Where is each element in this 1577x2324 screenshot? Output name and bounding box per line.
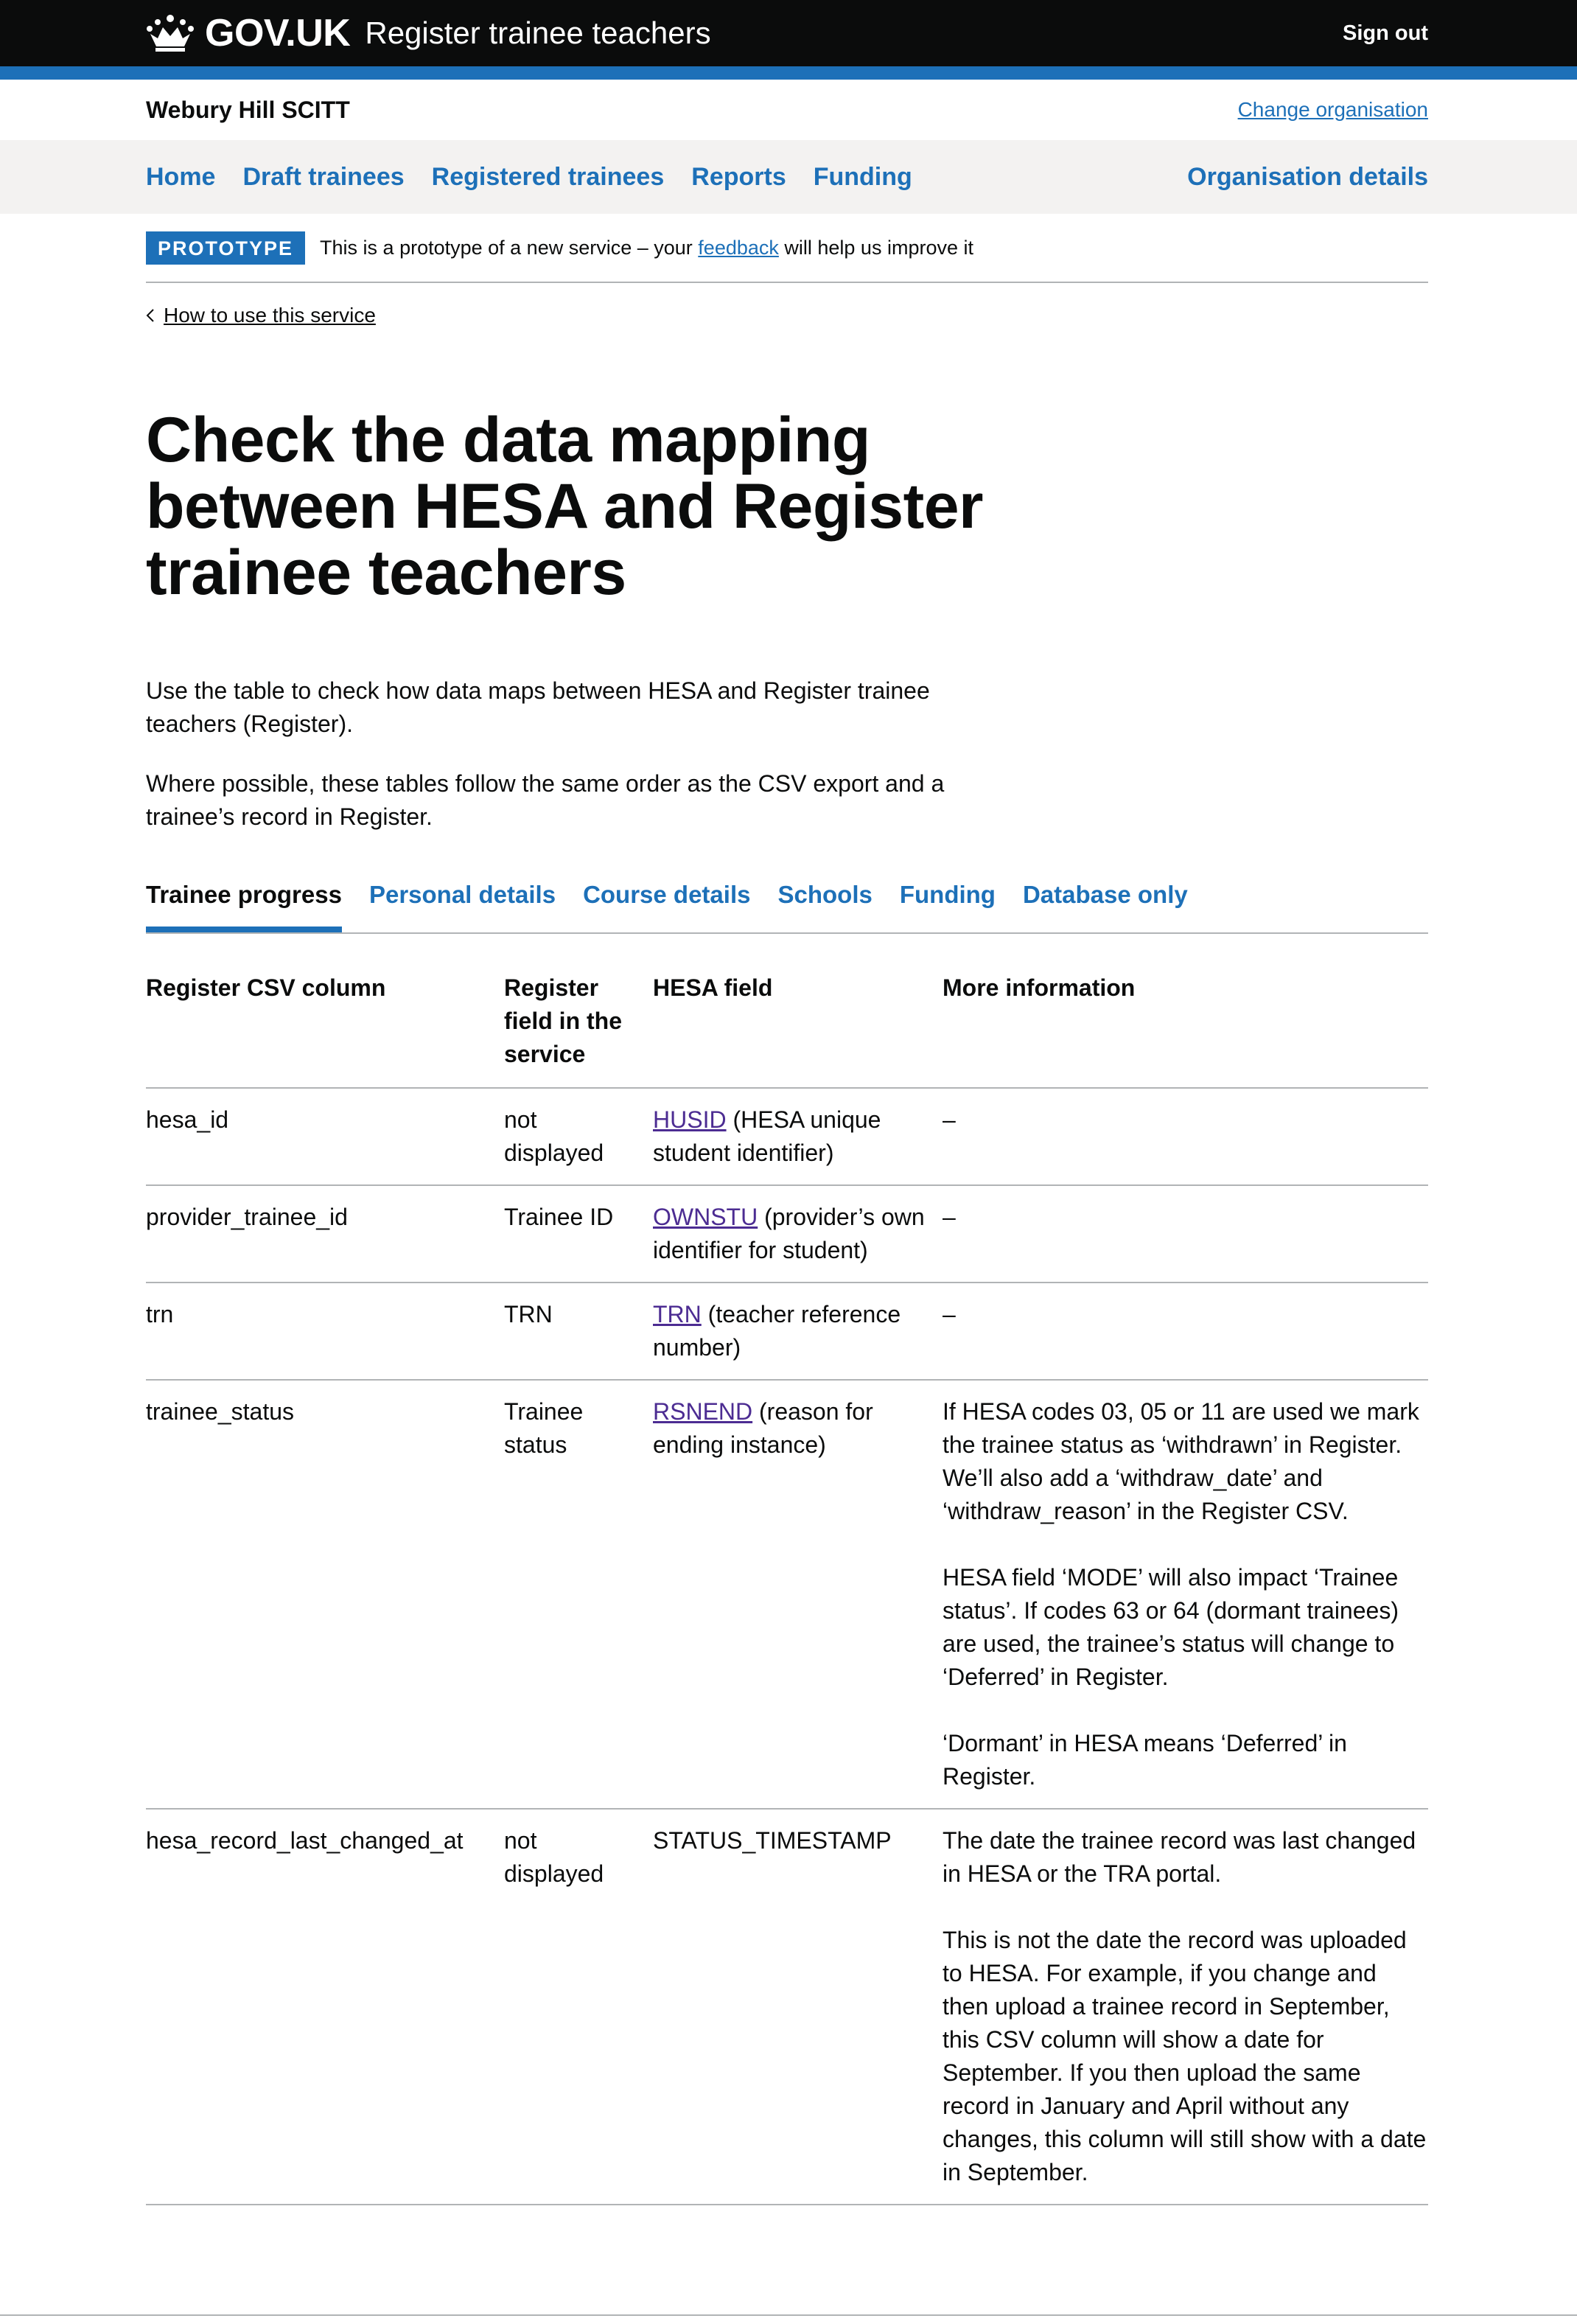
tab-schools[interactable]: Schools xyxy=(777,876,872,932)
column-header-hesa-field: HESA field xyxy=(653,971,943,1089)
register-field-cell: Trainee ID xyxy=(504,1185,653,1283)
hesa-field-cell: TRN (teacher reference number) xyxy=(653,1283,943,1381)
register-field-text: not displayed xyxy=(504,1106,604,1166)
more-information-text: – xyxy=(943,1204,956,1230)
phase-text-before: This is a prototype of a new service – y… xyxy=(320,236,699,259)
register-field-cell: Trainee status xyxy=(504,1380,653,1810)
main-content: How to use this service Check the data m… xyxy=(146,304,1428,2205)
more-information-text: – xyxy=(943,1301,956,1327)
column-header-register-field: Register field in the service xyxy=(504,971,653,1089)
table-row: hesa_record_last_changed_at not displaye… xyxy=(146,1809,1428,2205)
register-field-cell: not displayed xyxy=(504,1088,653,1186)
feedback-link[interactable]: feedback xyxy=(698,237,779,259)
hesa-field-description: STATUS_TIMESTAMP xyxy=(653,1827,892,1854)
csv-column-text: hesa_record_last_changed_at xyxy=(146,1827,464,1854)
hesa-field-cell: HUSID (HESA unique student identifier) xyxy=(653,1088,943,1186)
back-link-container: How to use this service xyxy=(146,304,1428,327)
nav-registered-trainees[interactable]: Registered trainees xyxy=(432,163,665,192)
column-header-hesa-field-text: HESA field xyxy=(653,974,773,1001)
tab-personal-details[interactable]: Personal details xyxy=(369,876,556,932)
register-field-cell: TRN xyxy=(504,1283,653,1381)
more-information-cell: – xyxy=(943,1088,1428,1186)
register-field-text: not displayed xyxy=(504,1827,604,1887)
hesa-field-link[interactable]: TRN xyxy=(653,1301,702,1327)
column-header-csv-text: Register CSV column xyxy=(146,974,386,1001)
phase-banner-text: This is a prototype of a new service – y… xyxy=(320,237,973,259)
csv-column-text: trainee_status xyxy=(146,1398,295,1425)
csv-column-cell: trainee_status xyxy=(146,1380,504,1810)
column-header-more-information-text: More information xyxy=(943,974,1136,1001)
sign-out-link[interactable]: Sign out xyxy=(1343,21,1428,46)
page-title: Check the data mapping between HESA and … xyxy=(146,405,984,608)
csv-column-text: hesa_id xyxy=(146,1106,229,1133)
phase-banner: PROTOTYPE This is a prototype of a new s… xyxy=(0,214,1577,283)
table-row: trn TRN TRN (teacher reference number) – xyxy=(146,1283,1428,1381)
register-field-cell: not displayed xyxy=(504,1809,653,2205)
intro-paragraph: Use the table to check how data maps bet… xyxy=(146,677,930,737)
more-information-text: ‘Dormant’ in HESA means ‘Deferred’ in Re… xyxy=(943,1730,1347,1790)
service-name[interactable]: Register trainee teachers xyxy=(365,15,710,51)
csv-column-cell: hesa_record_last_changed_at xyxy=(146,1809,504,2205)
table-row: hesa_id not displayed HUSID (HESA unique… xyxy=(146,1088,1428,1186)
hesa-field-link[interactable]: OWNSTU xyxy=(653,1204,758,1230)
table-row: provider_trainee_id Trainee ID OWNSTU (p… xyxy=(146,1185,1428,1283)
more-information-cell: – xyxy=(943,1185,1428,1283)
csv-column-cell: hesa_id xyxy=(146,1088,504,1186)
tab-trainee-progress[interactable]: Trainee progress xyxy=(146,876,342,932)
table-header-row: Register CSV column Register field in th… xyxy=(146,971,1428,1089)
more-information-cell: – xyxy=(943,1283,1428,1381)
crown-icon xyxy=(147,15,194,52)
tab-database-only[interactable]: Database only xyxy=(1023,876,1188,932)
tabs: Trainee progress Personal details Course… xyxy=(146,876,1428,934)
csv-column-text: provider_trainee_id xyxy=(146,1204,348,1230)
back-link[interactable]: How to use this service xyxy=(164,304,376,327)
footer-divider xyxy=(0,2314,1577,2316)
csv-column-cell: provider_trainee_id xyxy=(146,1185,504,1283)
more-information-cell: If HESA codes 03, 05 or 11 are used we m… xyxy=(943,1380,1428,1810)
data-mapping-table: Register CSV column Register field in th… xyxy=(146,971,1428,2205)
govuk-logo-link[interactable]: GOV.UK xyxy=(146,11,351,55)
register-field-text: Trainee status xyxy=(504,1398,584,1458)
csv-column-text: trn xyxy=(146,1301,174,1327)
prototype-tag: PROTOTYPE xyxy=(146,231,306,265)
change-organisation-link[interactable]: Change organisation xyxy=(1238,98,1428,122)
column-header-csv: Register CSV column xyxy=(146,971,504,1089)
nav-reports[interactable]: Reports xyxy=(691,163,786,192)
more-information-text: – xyxy=(943,1106,956,1133)
more-information-text: HESA field ‘MODE’ will also impact ‘Trai… xyxy=(943,1564,1399,1690)
organisation-name: Webury Hill SCITT xyxy=(146,96,350,123)
tab-course-details[interactable]: Course details xyxy=(583,876,750,932)
more-information-cell: The date the trainee record was last cha… xyxy=(943,1809,1428,2205)
hesa-field-link[interactable]: RSNEND xyxy=(653,1398,752,1425)
nav-draft-trainees[interactable]: Draft trainees xyxy=(242,163,404,192)
csv-column-cell: trn xyxy=(146,1283,504,1381)
register-field-text: TRN xyxy=(504,1301,553,1327)
intro-paragraph-order: Where possible, these tables follow the … xyxy=(146,770,945,830)
hesa-field-cell: OWNSTU (provider’s own identifier for st… xyxy=(653,1185,943,1283)
hesa-field-cell: RSNEND (reason for ending instance) xyxy=(653,1380,943,1810)
nav-organisation-details[interactable]: Organisation details xyxy=(1187,163,1428,192)
more-information-text: This is not the date the record was uplo… xyxy=(943,1927,1427,2185)
column-header-more-information: More information xyxy=(943,971,1428,1089)
tab-funding[interactable]: Funding xyxy=(900,876,996,932)
hesa-field-cell: STATUS_TIMESTAMP xyxy=(653,1809,943,2205)
govuk-logo-text: GOV.UK xyxy=(205,12,351,55)
table-row: trainee_status Trainee status RSNEND (re… xyxy=(146,1380,1428,1810)
nav-home[interactable]: Home xyxy=(146,163,215,192)
govuk-header: GOV.UK Register trainee teachers Sign ou… xyxy=(0,0,1577,80)
register-field-text: Trainee ID xyxy=(504,1204,614,1230)
column-header-register-field-text: Register field in the service xyxy=(504,974,622,1067)
organisation-bar: Webury Hill SCITT Change organisation xyxy=(0,80,1577,140)
more-information-text: The date the trainee record was last cha… xyxy=(943,1827,1416,1887)
phase-text-after: will help us improve it xyxy=(778,236,973,259)
chevron-left-icon xyxy=(146,309,154,322)
hesa-field-link[interactable]: HUSID xyxy=(653,1106,727,1133)
more-information-text: If HESA codes 03, 05 or 11 are used we m… xyxy=(943,1398,1419,1524)
primary-navigation: Home Draft trainees Registered trainees … xyxy=(0,140,1577,214)
nav-funding[interactable]: Funding xyxy=(814,163,912,192)
